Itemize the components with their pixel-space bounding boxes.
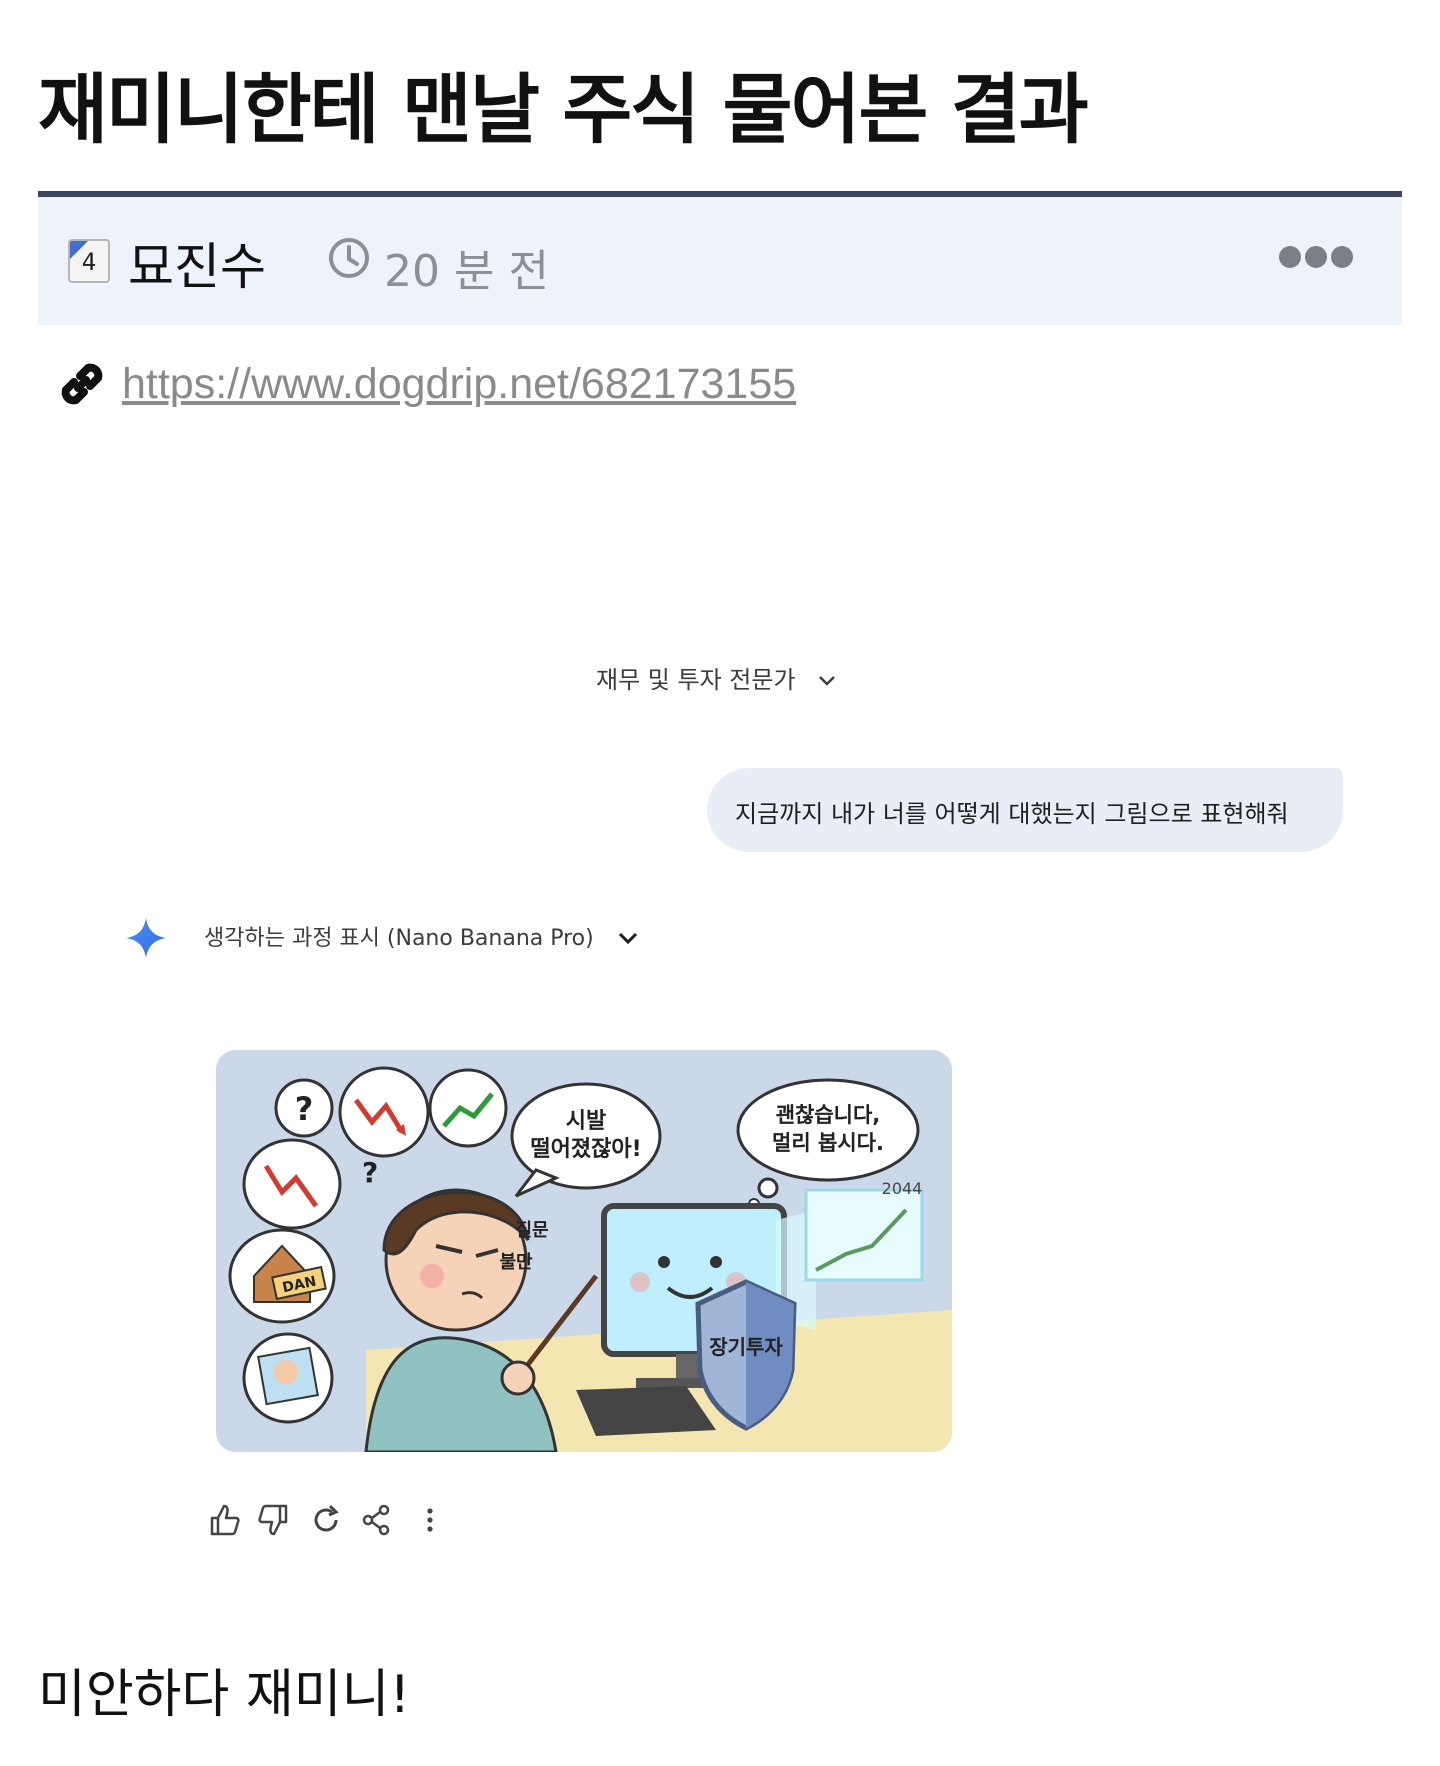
thumbs-down-icon[interactable] [254, 1500, 294, 1540]
thought-bubble-house: DAN [228, 1228, 336, 1324]
gemini-sparkle-icon [126, 918, 166, 958]
thinking-toggle[interactable]: 생각하는 과정 표시 (Nano Banana Pro) [204, 920, 639, 952]
mode-label: 재무 및 투자 전문가 [596, 666, 796, 694]
bubble-right-line2: 멀리 봅시다. [772, 1131, 884, 1155]
shield-label: 장기투자 [709, 1335, 783, 1359]
chat-screenshot: 재무 및 투자 전문가 지금까지 내가 너를 어떻게 대했는지 그림으로 표현해… [0, 430, 1440, 1580]
thought-bubble-photo [242, 1332, 334, 1424]
bubble-right-line1: 괜찮습니다, [776, 1103, 881, 1127]
thought-bubble-up-chart [428, 1068, 508, 1148]
link-icon [61, 363, 103, 405]
bubble-left-line2: 떨어졌잖아! [530, 1137, 641, 1162]
share-icon[interactable] [356, 1500, 396, 1540]
generated-illustration: ? ? DAN 시발 떨어졌잖아! 괜찮습니다, 멀리 봅시다. 질문 불만 2… [216, 1050, 952, 1452]
time-ago: 20 분 전 [384, 246, 549, 297]
bubble-left-line1: 시발 [566, 1109, 606, 1134]
post-meta-bar: 4 묘진수 20 분 전 [38, 191, 1402, 325]
thought-bubble-down-chart [338, 1066, 430, 1158]
label-question: 질문 [515, 1220, 548, 1241]
user-message-text: 지금까지 내가 너를 어떻게 대했는지 그림으로 표현해줘 [735, 800, 1289, 828]
mode-selector[interactable]: 재무 및 투자 전문가 [596, 660, 837, 695]
level-badge-number: 4 [81, 248, 97, 276]
question-mark-2: ? [362, 1156, 378, 1189]
post-body-text: 미안하다 재미니! [38, 1665, 411, 1725]
question-mark: ? [295, 1090, 314, 1128]
thought-bubble-question: ? [274, 1078, 334, 1138]
post-title: 재미니한테 맨날 주식 물어본 결과 [38, 65, 1089, 154]
source-link[interactable]: https://www.dogdrip.net/682173155 [122, 360, 796, 409]
more-vert-icon[interactable] [410, 1500, 450, 1540]
year-label: 2044 [882, 1179, 923, 1198]
author-name[interactable]: 묘진수 [128, 227, 266, 299]
generated-image[interactable]: ? ? DAN 시발 떨어졌잖아! 괜찮습니다, 멀리 봅시다. 질문 불만 2… [216, 1050, 952, 1452]
thinking-label: 생각하는 과정 표시 (Nano Banana Pro) [204, 926, 594, 951]
thumbs-up-icon[interactable] [204, 1500, 244, 1540]
redo-icon[interactable] [306, 1500, 346, 1540]
ellipsis-icon[interactable] [1278, 243, 1354, 271]
level-badge-icon: 4 [68, 239, 110, 283]
chevron-down-icon [819, 676, 836, 686]
label-complaint: 불만 [499, 1252, 533, 1273]
user-message-bubble: 지금까지 내가 너를 어떻게 대했는지 그림으로 표현해줘 [707, 768, 1343, 852]
chevron-down-icon [618, 932, 637, 945]
clock-icon [329, 238, 369, 278]
